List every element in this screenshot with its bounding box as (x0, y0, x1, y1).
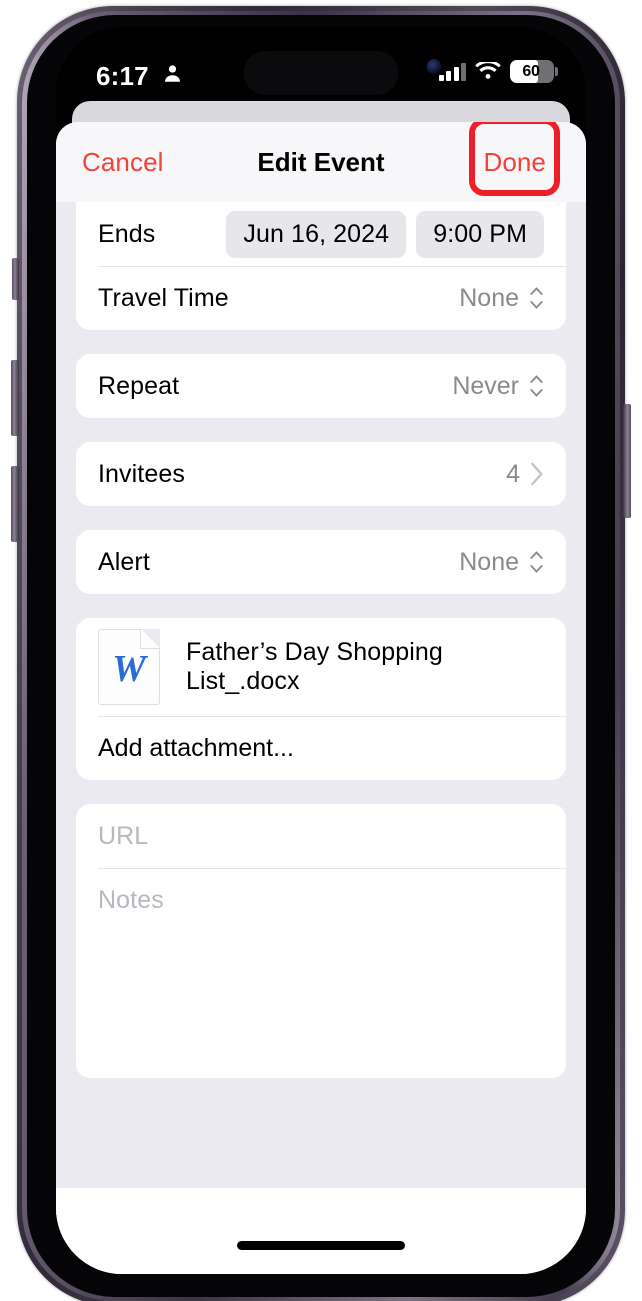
navigation-bar: Cancel Edit Event Done (56, 122, 586, 202)
attachments-card: W Father’s Day Shopping List_.docx Add a… (76, 618, 566, 780)
travel-time-value-group: None (459, 284, 544, 313)
alert-card: Alert None (76, 530, 566, 594)
travel-time-label: Travel Time (98, 283, 229, 312)
silent-switch-button[interactable] (12, 258, 19, 300)
url-input[interactable]: URL (98, 822, 148, 851)
invitees-count: 4 (506, 459, 520, 488)
row-add-attachment[interactable]: Add attachment... (76, 716, 566, 780)
alert-label: Alert (98, 547, 150, 576)
word-document-icon: W (98, 629, 160, 705)
row-alert[interactable]: Alert None (76, 530, 566, 594)
person-icon (165, 65, 180, 82)
cancel-button[interactable]: Cancel (82, 147, 164, 178)
cellular-signal-icon (438, 62, 466, 81)
chevron-up-down-icon (530, 375, 543, 397)
ends-value-group: Jun 16, 2024 9:00 PM (226, 210, 544, 258)
edit-event-sheet: Cancel Edit Event Done Ends Jun 16, 2024… (56, 122, 586, 1274)
battery-percentage: 60 (522, 62, 540, 80)
volume-down-button[interactable] (11, 466, 19, 542)
power-button[interactable] (623, 404, 631, 518)
add-attachment-label: Add attachment... (98, 733, 294, 762)
attachment-file-name: Father’s Day Shopping List_.docx (186, 638, 443, 695)
home-indicator[interactable] (237, 1241, 405, 1250)
repeat-value: Never (452, 371, 519, 400)
repeat-label: Repeat (98, 371, 180, 400)
chevron-right-icon (531, 462, 543, 486)
row-notes[interactable]: Notes (76, 868, 566, 1078)
event-form-content: Ends Jun 16, 2024 9:00 PM Travel Time No… (56, 202, 586, 1274)
row-attachment[interactable]: W Father’s Day Shopping List_.docx (76, 618, 566, 716)
row-invitees[interactable]: Invitees 4 (76, 442, 566, 506)
alert-value-group: None (459, 548, 544, 577)
alert-value: None (459, 547, 519, 576)
word-icon-letter: W (112, 648, 146, 690)
dynamic-island (243, 51, 399, 95)
row-url[interactable]: URL (76, 804, 566, 868)
travel-time-value: None (459, 283, 519, 312)
iphone-screen: 6:17 60 Cancel Edit Event Done Ends Jun … (56, 27, 586, 1274)
volume-up-button[interactable] (11, 360, 19, 436)
invitees-card: Invitees 4 (76, 442, 566, 506)
battery-icon: 60 (510, 60, 558, 83)
repeat-card: Repeat Never (76, 354, 566, 418)
repeat-value-group: Never (452, 372, 544, 401)
invitees-label: Invitees (98, 459, 185, 488)
chevron-up-down-icon (530, 551, 543, 573)
wifi-icon (475, 62, 501, 79)
front-camera-icon (426, 59, 442, 74)
ends-label: Ends (98, 219, 156, 248)
row-ends[interactable]: Ends Jun 16, 2024 9:00 PM (76, 202, 566, 266)
notes-input[interactable]: Notes (98, 886, 164, 915)
chevron-up-down-icon (530, 287, 543, 309)
screenshot-stage: 6:17 60 Cancel Edit Event Done Ends Jun … (0, 0, 642, 1301)
datetime-card: Ends Jun 16, 2024 9:00 PM Travel Time No… (76, 202, 566, 330)
done-button[interactable]: Done (469, 122, 560, 196)
bottom-safe-area (56, 1188, 586, 1274)
done-button-label: Done (483, 146, 546, 177)
invitees-value-group: 4 (506, 460, 544, 489)
row-travel-time[interactable]: Travel Time None (76, 266, 566, 330)
status-bar-indicators: 60 (438, 60, 558, 83)
url-notes-card: URL Notes (76, 804, 566, 1078)
row-repeat[interactable]: Repeat Never (76, 354, 566, 418)
ends-time-button[interactable]: 9:00 PM (416, 210, 544, 258)
status-bar-time: 6:17 (96, 61, 149, 91)
ends-date-button[interactable]: Jun 16, 2024 (226, 210, 407, 258)
